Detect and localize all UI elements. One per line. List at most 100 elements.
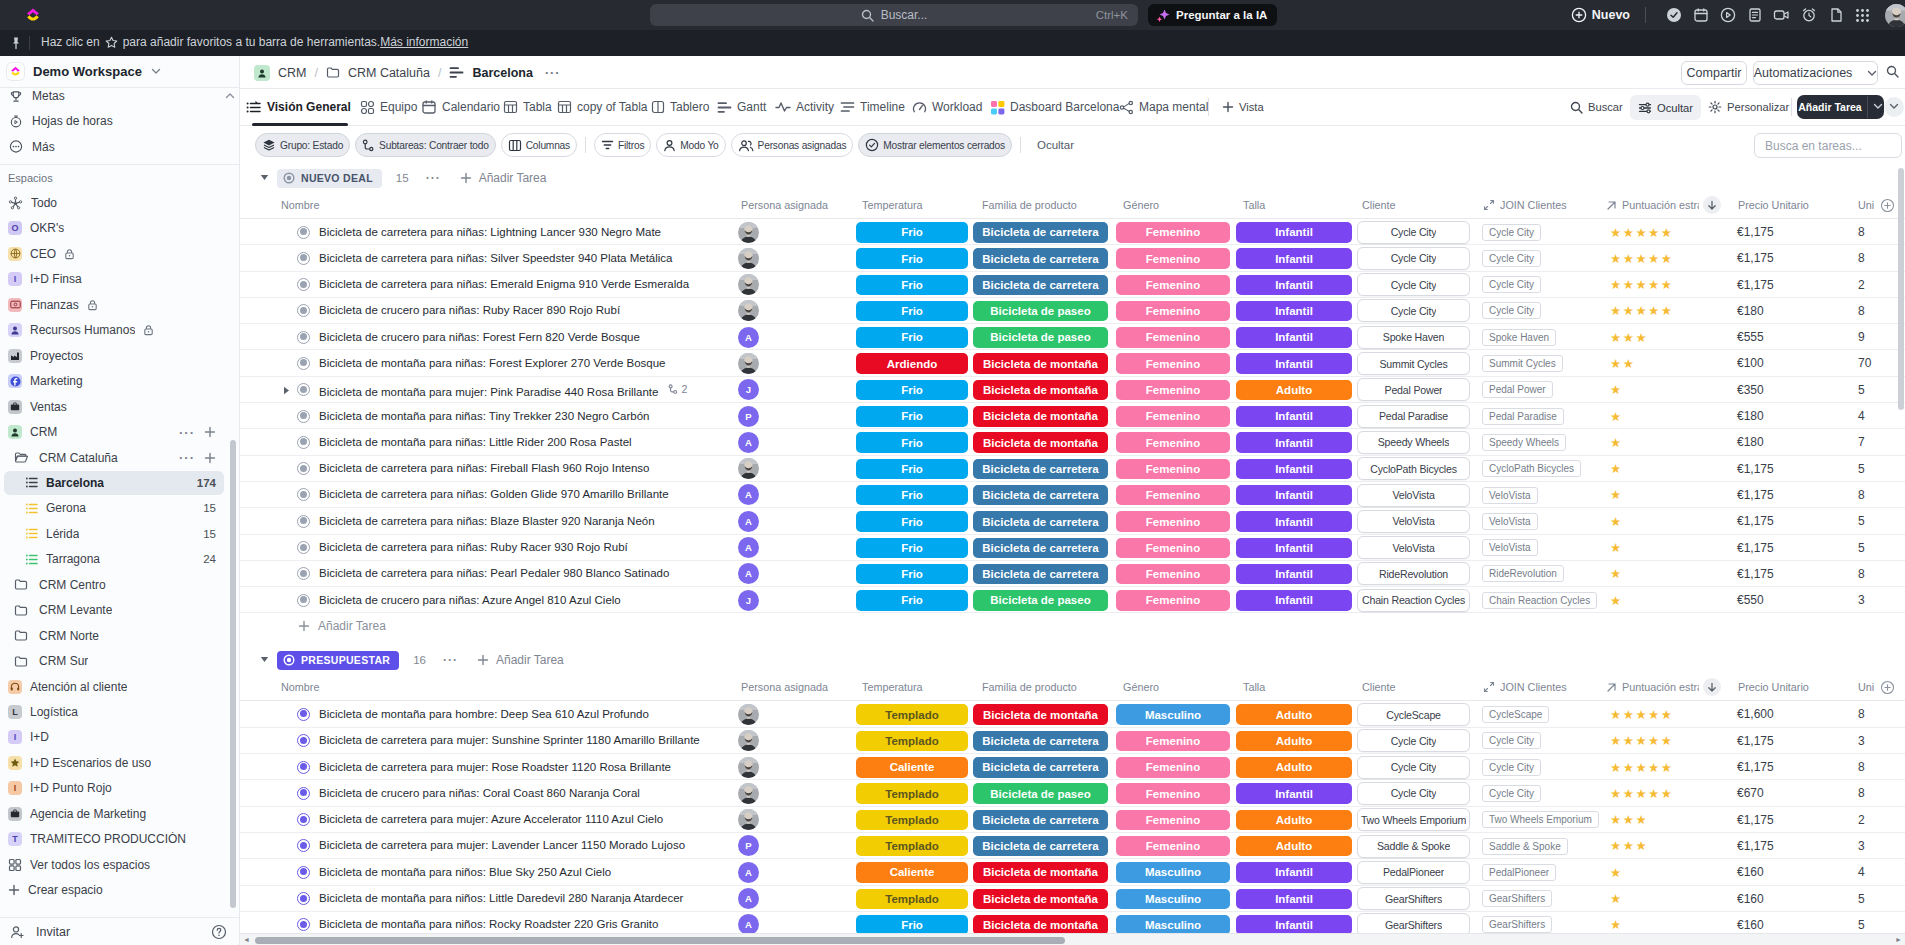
join-client-tag[interactable]: Chain Reaction Cycles (1482, 592, 1597, 609)
task-row[interactable]: Bicicleta de carretera para niñas: Golde… (240, 482, 1905, 508)
strategic-score-stars[interactable]: ★★★★★ (1610, 786, 1674, 802)
units-value[interactable]: 8 (1858, 786, 1865, 800)
size-pill[interactable]: Adulto (1236, 380, 1352, 401)
assignee-avatar[interactable]: A (738, 563, 759, 584)
gender-pill[interactable]: Femenino (1116, 590, 1230, 611)
size-pill[interactable]: Infantil (1236, 301, 1352, 322)
sidebar-item-barcelona[interactable]: Barcelona174 (0, 470, 240, 495)
task-status-icon[interactable] (297, 252, 310, 265)
unit-price[interactable]: €1,175 (1737, 278, 1774, 292)
task-status-icon[interactable] (297, 708, 310, 721)
size-pill[interactable]: Infantil (1236, 327, 1352, 348)
sidebar-scrollbar[interactable] (230, 440, 236, 908)
breadcrumb-folder[interactable]: CRM Cataluña (348, 66, 430, 80)
task-status-icon[interactable] (297, 304, 310, 317)
sidebar-item-i-d-escenarios-de-uso[interactable]: I+D Escenarios de uso (0, 750, 240, 775)
task-name[interactable]: Bicicleta de montaña para hombre: Deep S… (319, 708, 649, 720)
units-value[interactable]: 3 (1858, 839, 1865, 853)
size-pill[interactable]: Infantil (1236, 511, 1352, 532)
size-pill[interactable]: Infantil (1236, 432, 1352, 453)
task-name[interactable]: Bicicleta de montaña para mujer: Pink Pa… (319, 383, 687, 398)
product-family-pill[interactable]: Bicicleta de paseo (973, 590, 1108, 611)
join-client-tag[interactable]: VeloVista (1482, 487, 1538, 504)
assignee-avatar[interactable] (738, 730, 759, 751)
customize-button[interactable]: Personalizar (1708, 89, 1789, 125)
task-row[interactable]: Bicicleta de montaña para niñas: Forest … (240, 350, 1905, 376)
invite-button[interactable]: Invitar (36, 925, 70, 939)
product-family-pill[interactable]: Bicicleta de carretera (973, 275, 1108, 296)
join-client-tag[interactable]: GearShifters (1482, 916, 1552, 933)
sidebar-item-proyectos[interactable]: Proyectos (0, 343, 240, 368)
units-value[interactable]: 5 (1858, 462, 1865, 476)
units-value[interactable]: 4 (1858, 865, 1865, 879)
gender-pill[interactable]: Femenino (1116, 459, 1230, 480)
assignee-avatar[interactable] (738, 222, 759, 243)
temperature-pill[interactable]: Frio (856, 380, 968, 401)
gender-pill[interactable]: Femenino (1116, 380, 1230, 401)
col-header-join-clientes[interactable]: JOIN Clientes (1483, 199, 1567, 211)
col-header-precio-unitario[interactable]: Precio Unitario (1738, 681, 1809, 693)
product-family-pill[interactable]: Bicicleta de carretera (973, 731, 1108, 752)
gender-pill[interactable]: Femenino (1116, 810, 1230, 831)
assignee-avatar[interactable]: P (738, 406, 759, 427)
tab-tablero[interactable]: Tablero (651, 89, 709, 125)
tab-dasboard-barcelona[interactable]: Dasboard Barcelona (990, 89, 1119, 125)
assignee-avatar[interactable]: A (738, 511, 759, 532)
col-header-cliente[interactable]: Cliente (1362, 681, 1396, 693)
units-value[interactable]: 2 (1858, 278, 1865, 292)
strategic-score-stars[interactable]: ★ (1610, 865, 1623, 881)
client-field[interactable]: CycloPath Bicycles (1357, 457, 1470, 480)
assignee-avatar[interactable]: J (738, 379, 759, 400)
task-name[interactable]: Bicicleta de carretera para niñas: Ruby … (319, 541, 628, 553)
unit-price[interactable]: €1,600 (1737, 707, 1774, 721)
size-pill[interactable]: Adulto (1236, 836, 1352, 857)
assignee-avatar[interactable]: A (738, 862, 759, 883)
join-client-tag[interactable]: Cycle City (1482, 224, 1541, 241)
client-field[interactable]: Cycle City (1357, 273, 1470, 296)
task-row[interactable]: Bicicleta de carretera para mujer: Rose … (240, 754, 1905, 780)
sidebar-item-todo[interactable]: Todo (0, 190, 240, 215)
task-row[interactable]: Bicicleta de carretera para mujer: Sunsh… (240, 728, 1905, 754)
temperature-pill[interactable]: Templado (856, 889, 968, 910)
add-column-icon[interactable] (1880, 198, 1895, 213)
join-client-tag[interactable]: Cycle City (1482, 250, 1541, 267)
size-pill[interactable]: Infantil (1236, 564, 1352, 585)
sidebar-item-tarragona[interactable]: Tarragona24 (0, 547, 240, 572)
units-value[interactable]: 5 (1858, 383, 1865, 397)
join-client-tag[interactable]: CycleScape (1482, 706, 1549, 723)
sidebar-nav-m-s[interactable]: Más (0, 134, 240, 159)
task-name[interactable]: Bicicleta de montaña para niños: Little … (319, 892, 683, 904)
group-status-pill[interactable]: NUEVO DEAL (277, 169, 382, 188)
col-header-talla[interactable]: Talla (1243, 199, 1265, 211)
task-row[interactable]: Bicicleta de carretera para niñas: Light… (240, 219, 1905, 245)
join-client-tag[interactable]: Speedy Wheels (1482, 434, 1566, 451)
assignee-avatar[interactable]: A (738, 484, 759, 505)
temperature-pill[interactable]: Frio (856, 590, 968, 611)
join-client-tag[interactable]: Two Wheels Emporium (1482, 811, 1599, 828)
product-family-pill[interactable]: Bicicleta de carretera (973, 248, 1108, 269)
unit-price[interactable]: €1,175 (1737, 813, 1774, 827)
product-family-pill[interactable]: Bicicleta de carretera (973, 757, 1108, 778)
sidebar-item-logística[interactable]: LLogística (0, 699, 240, 724)
gender-pill[interactable]: Femenino (1116, 538, 1230, 559)
client-field[interactable]: VeloVista (1357, 484, 1470, 507)
task-status-icon[interactable] (297, 567, 310, 580)
task-name[interactable]: Bicicleta de crucero para niñas: Forest … (319, 331, 640, 343)
sidebar-item-crm-centro[interactable]: CRM Centro (0, 572, 240, 597)
strategic-score-stars[interactable]: ★ (1610, 593, 1623, 609)
task-row[interactable]: Bicicleta de carretera para niñas: Fireb… (240, 456, 1905, 482)
join-client-tag[interactable]: Cycle City (1482, 732, 1541, 749)
product-family-pill[interactable]: Bicicleta de montaña (973, 380, 1108, 401)
task-row[interactable]: Bicicleta de crucero para niñas: Coral C… (240, 780, 1905, 806)
unit-price[interactable]: €180 (1737, 435, 1764, 449)
task-name[interactable]: Bicicleta de carretera para niñas: Fireb… (319, 462, 649, 474)
units-value[interactable]: 8 (1858, 304, 1865, 318)
assignee-avatar[interactable] (738, 458, 759, 479)
strategic-score-stars[interactable]: ★ (1610, 461, 1623, 477)
join-client-tag[interactable]: Cycle City (1482, 302, 1541, 319)
units-value[interactable]: 8 (1858, 251, 1865, 265)
col-header-join-clientes[interactable]: JOIN Clientes (1483, 681, 1567, 693)
unit-price[interactable]: €1,175 (1737, 488, 1774, 502)
join-client-tag[interactable]: Cycle City (1482, 276, 1541, 293)
task-name[interactable]: Bicicleta de crucero para niñas: Ruby Ra… (319, 304, 620, 316)
